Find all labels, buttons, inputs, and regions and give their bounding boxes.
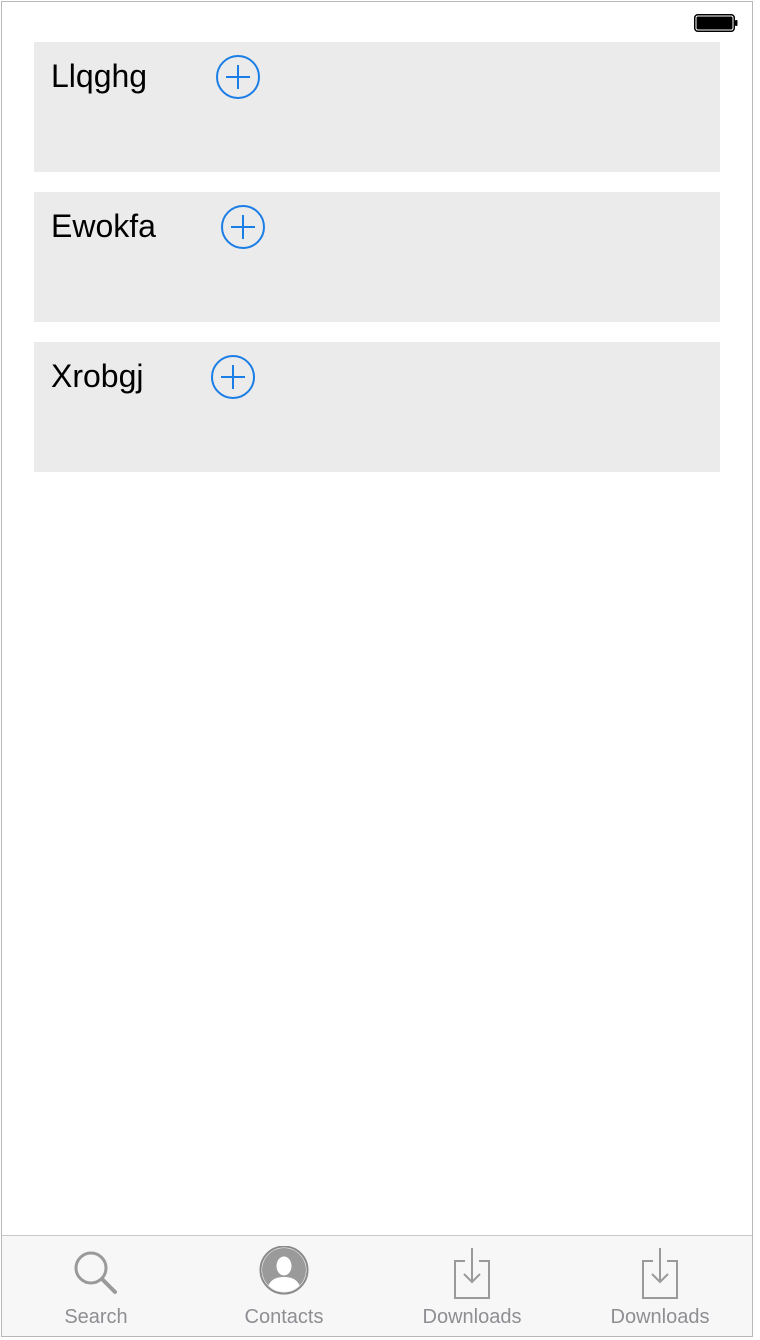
tab-search[interactable]: Search bbox=[2, 1236, 190, 1336]
tab-contacts[interactable]: Contacts bbox=[190, 1236, 378, 1336]
list-item-title: Xrobgj bbox=[51, 358, 144, 394]
list-item: Ewokfa bbox=[34, 192, 720, 322]
list-item-title: Ewokfa bbox=[51, 208, 156, 244]
search-icon bbox=[74, 1251, 117, 1294]
status-bar bbox=[2, 2, 752, 42]
battery-full-icon bbox=[694, 14, 738, 32]
plus-circle-icon[interactable] bbox=[215, 54, 261, 100]
app-screen: Llqghg Ewokfa Xrobgj Search Contacts Dow… bbox=[1, 1, 753, 1337]
tab-label: Downloads bbox=[610, 1306, 710, 1328]
tab-label: Search bbox=[64, 1306, 128, 1328]
contact-icon bbox=[259, 1246, 309, 1295]
tab-downloads[interactable]: Downloads bbox=[378, 1236, 566, 1336]
download-icon bbox=[454, 1248, 490, 1299]
tab-bar: Search Contacts Downloads Downloads bbox=[2, 1235, 752, 1336]
tab-label: Contacts bbox=[244, 1306, 324, 1328]
plus-circle-icon[interactable] bbox=[210, 354, 256, 400]
plus-circle-icon[interactable] bbox=[220, 204, 266, 250]
download-icon bbox=[642, 1248, 678, 1299]
tab-downloads-2[interactable]: Downloads bbox=[566, 1236, 752, 1336]
tab-label: Downloads bbox=[422, 1306, 522, 1328]
list-item: Xrobgj bbox=[34, 342, 720, 472]
list-item-title: Llqghg bbox=[51, 58, 148, 94]
list-item: Llqghg bbox=[34, 42, 720, 172]
